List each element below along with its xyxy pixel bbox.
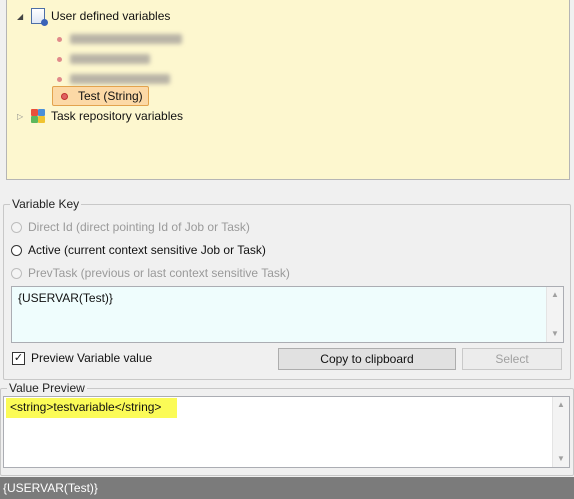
tree-item-selected[interactable]: Test (String)	[52, 86, 149, 106]
scroll-up-arrow-icon[interactable]: ▲	[547, 287, 563, 303]
tree-node-label: Task repository variables	[51, 109, 184, 123]
radio-button[interactable]	[11, 244, 22, 256]
radio-button[interactable]	[11, 267, 22, 279]
vertical-scrollbar[interactable]: ▲ ▼	[552, 397, 569, 467]
radio-button[interactable]	[11, 221, 22, 233]
radio-prev-task[interactable]: PrevTask (previous or last context sensi…	[11, 265, 290, 281]
tree-item-label: Test (String)	[78, 89, 143, 103]
blurred-label	[70, 54, 150, 64]
user-variables-icon	[31, 8, 48, 26]
scroll-up-arrow-icon[interactable]: ▲	[553, 397, 569, 413]
tree-item-blurred[interactable]	[57, 74, 170, 84]
group-title: Value Preview	[7, 381, 87, 395]
variable-icon	[57, 56, 62, 62]
repository-icon	[31, 109, 45, 123]
variable-tree[interactable]: ◢ User defined variables Test (String) ▷…	[6, 0, 570, 180]
scroll-down-arrow-icon[interactable]: ▼	[547, 326, 563, 342]
radio-label: Active (current context sensitive Job or…	[28, 243, 266, 257]
tree-node-user-defined[interactable]: ◢ User defined variables	[17, 6, 170, 26]
vertical-scrollbar[interactable]: ▲ ▼	[546, 287, 563, 342]
preview-variable-checkbox[interactable]: ✓	[12, 351, 25, 365]
value-preview-text: <string>testvariable</string>	[6, 398, 177, 418]
variable-icon	[57, 36, 62, 42]
variable-key-field[interactable]: {USERVAR(Test)} ▲ ▼	[11, 286, 564, 343]
variable-key-value: {USERVAR(Test)}	[18, 291, 113, 305]
radio-label: Direct Id (direct pointing Id of Job or …	[28, 220, 250, 234]
radio-direct-id[interactable]: Direct Id (direct pointing Id of Job or …	[11, 219, 250, 235]
tree-item-blurred[interactable]	[57, 54, 150, 64]
blurred-label	[70, 74, 170, 84]
group-title: Variable Key	[10, 197, 82, 211]
collapse-arrow-icon[interactable]: ◢	[17, 12, 27, 21]
scroll-down-arrow-icon[interactable]: ▼	[553, 451, 569, 467]
blurred-label	[70, 34, 182, 44]
select-button[interactable]: Select	[462, 348, 562, 370]
string-variable-icon	[61, 92, 68, 100]
copy-to-clipboard-button[interactable]: Copy to clipboard	[278, 348, 456, 370]
tree-item-blurred[interactable]	[57, 34, 182, 44]
status-bar: {USERVAR(Test)}	[0, 477, 574, 499]
preview-variable-checkbox-row[interactable]: ✓ Preview Variable value	[12, 351, 152, 365]
tree-node-label: User defined variables	[51, 9, 171, 23]
expand-arrow-icon[interactable]: ▷	[17, 112, 27, 121]
radio-label: PrevTask (previous or last context sensi…	[28, 266, 290, 280]
value-preview-field[interactable]: <string>testvariable</string> ▲ ▼	[3, 396, 570, 468]
tree-node-task-repository[interactable]: ▷ Task repository variables	[17, 106, 183, 126]
radio-active[interactable]: Active (current context sensitive Job or…	[11, 242, 266, 258]
checkbox-label: Preview Variable value	[31, 351, 153, 365]
variable-icon	[57, 76, 62, 82]
